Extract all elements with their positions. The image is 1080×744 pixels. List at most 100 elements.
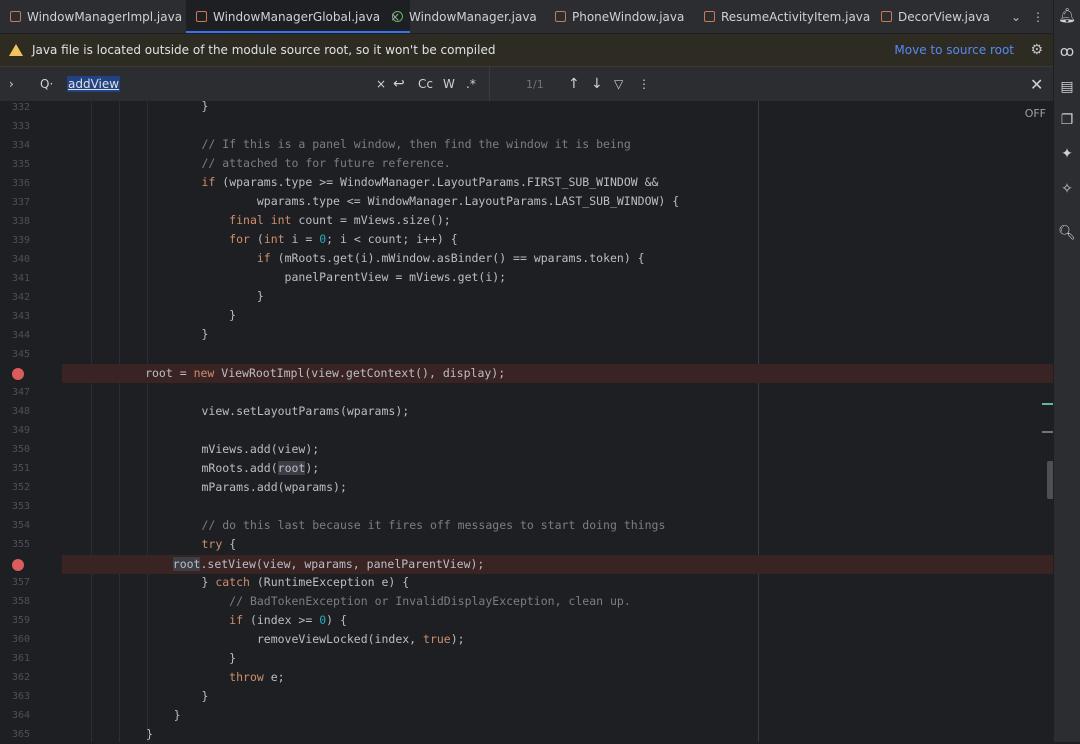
line-number: 362 xyxy=(11,672,30,683)
code-line: } catch (RuntimeException e) { xyxy=(63,575,410,589)
code-line: view.setLayoutParams(wparams); xyxy=(63,404,410,418)
previous-match-icon[interactable]: ↑ xyxy=(568,67,580,101)
gradle-icon[interactable]: ✧ xyxy=(1059,181,1075,197)
code-line: } xyxy=(63,289,264,303)
close-icon[interactable]: ✕ xyxy=(1030,67,1043,101)
tab-label: ResumeActivityItem.java xyxy=(721,9,871,24)
code-line: final int count = mViews.size(); xyxy=(229,213,451,227)
code-line: removeViewLocked(index, true); xyxy=(63,632,465,646)
tab-label: PhoneWindow.java xyxy=(572,9,685,24)
tab-label: DecorView.java xyxy=(898,9,990,24)
line-number: 361 xyxy=(11,653,30,664)
java-class-icon xyxy=(881,11,892,22)
line-number: 348 xyxy=(11,406,30,417)
line-number: 336 xyxy=(11,178,30,189)
line-number: 343 xyxy=(11,311,30,322)
code-line: // do this last because it fires off mes… xyxy=(201,518,666,532)
line-number: 338 xyxy=(11,216,30,227)
line-number: 345 xyxy=(11,349,30,360)
more-vertical-icon[interactable]: ⋮ xyxy=(1027,0,1049,33)
tab-label: WindowManagerGlobal.java xyxy=(213,9,381,24)
move-to-source-root-link[interactable]: Move to source root xyxy=(894,43,1014,57)
breakpoint-icon[interactable] xyxy=(12,559,24,571)
code-line: // If this is a panel window, then find … xyxy=(201,137,631,151)
interface-icon xyxy=(392,11,403,22)
tab-phonewindow[interactable]: PhoneWindow.java xyxy=(555,0,684,33)
search-input[interactable]: addView xyxy=(67,76,121,92)
line-number: 353 xyxy=(11,501,30,512)
match-case-toggle[interactable]: Cc xyxy=(418,67,433,101)
line-number: 363 xyxy=(11,691,30,702)
tab-decorview[interactable]: DecorView.java xyxy=(881,0,990,33)
next-match-icon[interactable]: ↓ xyxy=(591,67,603,101)
tab-windowmanagerglobal[interactable]: WindowManagerGlobal.java × xyxy=(186,0,411,33)
sparkle-icon[interactable]: ✦ xyxy=(1059,146,1075,162)
tab-label: WindowManager.java xyxy=(409,9,537,24)
line-number: 340 xyxy=(11,254,30,265)
tab-windowmanager[interactable]: WindowManager.java xyxy=(392,0,537,33)
code-line: for (int i = 0; i < count; i++) { xyxy=(229,232,458,246)
line-number: 332 xyxy=(11,102,30,113)
code-editor[interactable]: OFF 332 333 334 335 336 337 338 339 340 341 342 343… xyxy=(0,99,1054,742)
breakpoint-icon[interactable] xyxy=(12,368,24,380)
line-number: 364 xyxy=(11,710,30,721)
code-line: } xyxy=(63,327,209,341)
code-line: try { xyxy=(201,537,237,551)
line-number: 335 xyxy=(11,159,30,170)
code-line: // attached to for future reference. xyxy=(201,156,451,170)
copy-files-icon[interactable]: ❐ xyxy=(1059,112,1075,128)
ai-assistant-icon[interactable]: ꝏ xyxy=(1059,44,1075,60)
java-class-icon xyxy=(555,11,566,22)
breakpoint-code-line: root.setView(view, wparams, panelParentV… xyxy=(62,555,1054,574)
line-number: 352 xyxy=(11,482,30,493)
line-number: 339 xyxy=(11,235,30,246)
code-line: if (mRoots.get(i).mWindow.asBinder() == … xyxy=(256,251,645,265)
notifications-bell-icon[interactable]: 🔔︎ xyxy=(1058,8,1076,24)
code-line: if (index >= 0) { xyxy=(229,613,347,627)
clear-search-icon[interactable]: × xyxy=(376,67,386,101)
line-number: 365 xyxy=(11,729,30,740)
code-line: } xyxy=(63,708,181,722)
match-count: 1/1 xyxy=(526,77,544,91)
editor-tab-bar: WindowManagerImpl.java WindowManagerGlob… xyxy=(0,0,1054,34)
line-number: 358 xyxy=(11,596,30,607)
line-number: 342 xyxy=(11,292,30,303)
code-line: throw e; xyxy=(229,670,285,684)
line-number: 344 xyxy=(11,330,30,341)
right-tool-strip: 🔔︎ ꝏ ▤ ❐ ✦ ✧ 🔍︎ xyxy=(1053,0,1080,742)
code-line: } xyxy=(63,99,209,113)
code-line: wparams.type <= WindowManager.LayoutPara… xyxy=(63,194,680,208)
filter-icon[interactable]: ▽ xyxy=(614,67,623,101)
code-line: mViews.add(view); xyxy=(63,442,320,456)
code-line: // BadTokenException or InvalidDisplayEx… xyxy=(229,594,631,608)
chevron-down-icon[interactable]: ⌄ xyxy=(1005,0,1027,33)
breakpoint-code-line: root = new ViewRootImpl(view.getContext(… xyxy=(62,364,1054,383)
file-search-icon[interactable]: 🔍︎ xyxy=(1058,225,1076,241)
line-number: 350 xyxy=(11,444,30,455)
tab-windowmanagerimpl[interactable]: WindowManagerImpl.java xyxy=(10,0,182,33)
gear-icon[interactable]: ⚙ xyxy=(1030,42,1043,58)
code-line: mParams.add(wparams); xyxy=(63,480,347,494)
expand-replace-chevron-icon[interactable]: › xyxy=(9,67,14,101)
find-bar-separator xyxy=(489,67,490,101)
device-manager-icon[interactable]: ▤ xyxy=(1059,79,1075,95)
more-vertical-icon[interactable]: ⋮ xyxy=(638,67,650,101)
line-number: 337 xyxy=(11,197,30,208)
line-number: 351 xyxy=(11,463,30,474)
code-line: } xyxy=(63,308,237,322)
warning-banner: Java file is located outside of the modu… xyxy=(0,34,1054,67)
search-history-icon[interactable]: Q· xyxy=(40,67,53,101)
line-number: 333 xyxy=(11,121,30,132)
tab-label: WindowManagerImpl.java xyxy=(27,9,183,24)
regex-toggle[interactable]: .* xyxy=(466,67,476,101)
banner-message: Java file is located outside of the modu… xyxy=(32,43,496,57)
line-number: 355 xyxy=(11,539,30,550)
line-number: 349 xyxy=(11,425,30,436)
code-line: mRoots.add(root); xyxy=(63,461,320,475)
whole-words-toggle[interactable]: W xyxy=(443,67,455,101)
code-line: } xyxy=(63,727,154,741)
tab-resumeactivityitem[interactable]: ResumeActivityItem.java xyxy=(704,0,870,33)
line-number: 354 xyxy=(11,520,30,531)
new-line-icon[interactable]: ↩ xyxy=(393,67,405,101)
code-line: } xyxy=(63,689,209,703)
